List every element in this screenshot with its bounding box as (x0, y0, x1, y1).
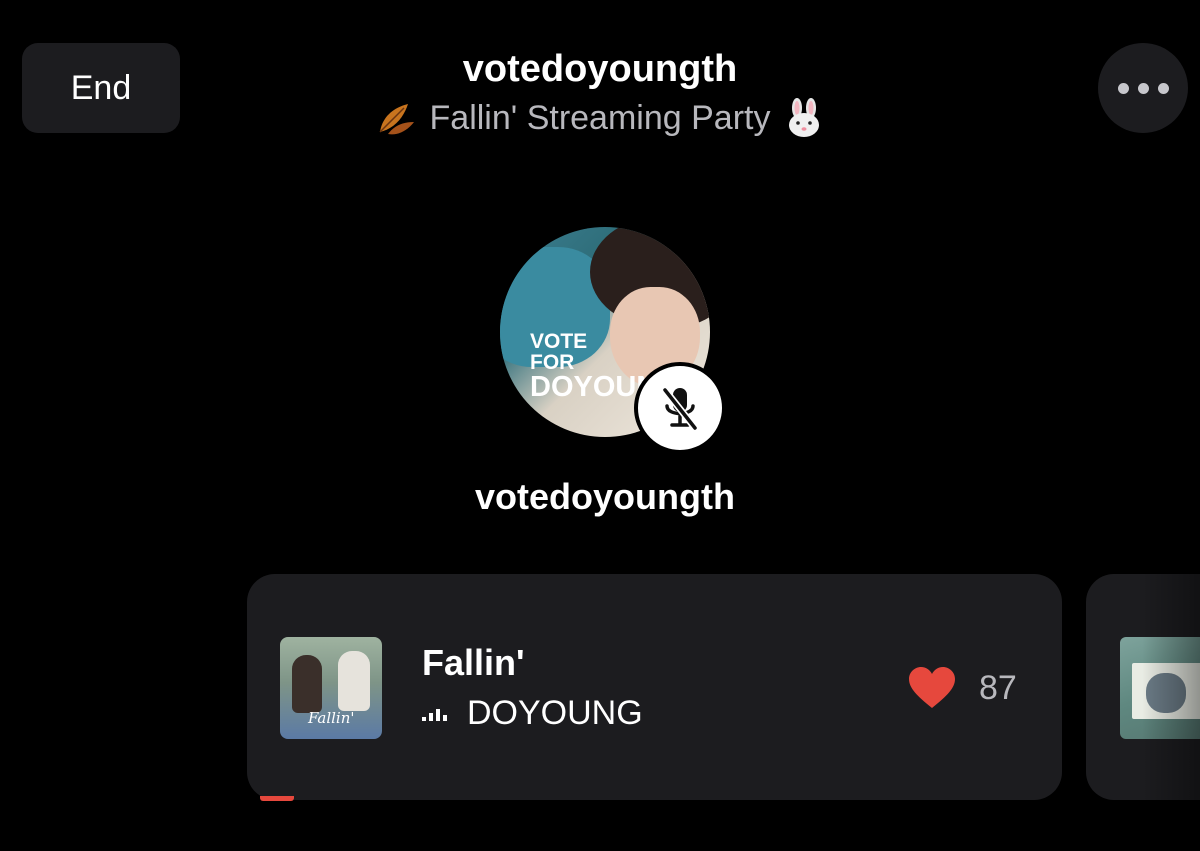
like-control[interactable]: 87 (907, 666, 1017, 710)
speaker-name: votedoyoungth (475, 476, 735, 517)
playback-progress-bar (260, 796, 294, 801)
room-header: votedoyoungth Fallin' Streaming Party (300, 44, 900, 138)
track-artist: DOYOUNG (467, 694, 643, 732)
muted-badge (634, 362, 726, 454)
room-title-text: Fallin' Streaming Party (429, 99, 771, 137)
now-playing-card[interactable]: Fallin' Fallin' DOYOUNG 87 (247, 574, 1062, 800)
ellipsis-icon (1117, 82, 1129, 94)
fallen-leaf-icon (378, 104, 414, 135)
equalizer-icon (422, 707, 447, 721)
like-count: 87 (979, 668, 1017, 707)
room-title: Fallin' Streaming Party (300, 98, 900, 138)
room-host-name: votedoyoungth (462, 48, 738, 90)
album-cover: Fallin' (280, 637, 382, 739)
mic-off-icon (661, 386, 699, 432)
track-artist-row: DOYOUNG (422, 694, 643, 733)
heart-icon[interactable] (907, 666, 957, 710)
next-track-card[interactable] (1086, 574, 1200, 800)
end-button[interactable]: End (22, 43, 180, 133)
album-cover-title: Fallin' (308, 709, 355, 727)
rabbit-face-icon (789, 98, 820, 137)
more-options-button[interactable] (1098, 43, 1188, 133)
track-title: Fallin' (422, 642, 525, 683)
